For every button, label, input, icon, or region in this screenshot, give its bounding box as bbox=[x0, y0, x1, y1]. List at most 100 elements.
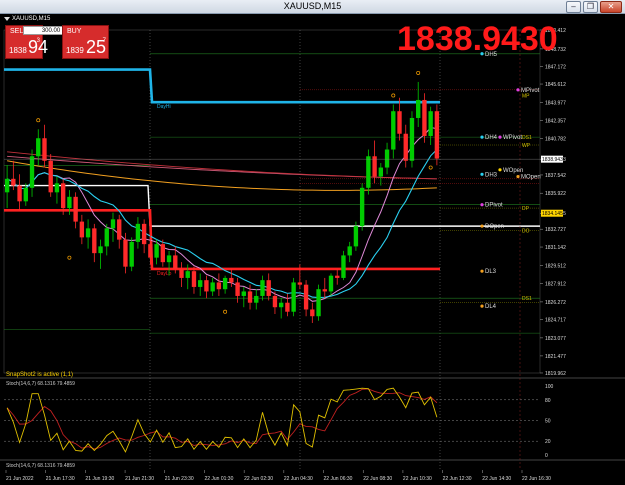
candle-body bbox=[141, 223, 147, 245]
candle-body bbox=[23, 187, 28, 202]
candle-body bbox=[54, 183, 60, 193]
price-axis-label: 1847.172 bbox=[545, 64, 566, 70]
candle-body bbox=[179, 268, 184, 278]
osc-axis-label: 20 bbox=[545, 439, 551, 445]
time-axis-label: 22 Jun 04:30 bbox=[284, 476, 313, 482]
osc-axis-label: 50 bbox=[545, 419, 551, 425]
candle-body bbox=[353, 226, 359, 247]
pivot-short-label: DP bbox=[522, 206, 530, 212]
candle-body bbox=[29, 156, 35, 188]
candle-body bbox=[160, 244, 166, 263]
candle-body bbox=[204, 280, 209, 292]
candle-body bbox=[198, 280, 203, 287]
candle-body bbox=[123, 239, 128, 267]
fractal-marker bbox=[223, 309, 228, 314]
candle-body bbox=[359, 187, 365, 227]
candle-body bbox=[285, 302, 290, 312]
stoch-signal-line bbox=[6, 388, 438, 450]
osc-axis-label: 80 bbox=[545, 398, 551, 404]
chart-area[interactable]: 1850.412 1848.732 1847.172 1845.612 1843.977… bbox=[0, 14, 625, 485]
symbol-label: XAUUSD,M15 bbox=[4, 16, 50, 22]
price-axis-label: 1824.717 bbox=[545, 317, 566, 323]
candle-body bbox=[85, 228, 91, 238]
candle-body bbox=[166, 255, 172, 263]
minimize-icon[interactable]: – bbox=[566, 1, 581, 13]
candle-body bbox=[247, 291, 253, 303]
price-axis-label: 1843.977 bbox=[545, 100, 566, 106]
candle-body bbox=[191, 271, 197, 287]
buy-price-prefix: 1839 bbox=[66, 46, 84, 55]
restore-icon[interactable]: ❐ bbox=[583, 1, 598, 13]
time-axis-label: 22 Jun 01:30 bbox=[204, 476, 233, 482]
candle-body bbox=[67, 196, 72, 209]
osc-axis-label: 0 bbox=[545, 453, 548, 459]
dropdown-triangle-icon[interactable] bbox=[4, 17, 10, 21]
candle-body bbox=[4, 178, 10, 193]
candle-body bbox=[17, 185, 22, 202]
candle-body bbox=[92, 228, 97, 254]
candle-body bbox=[241, 291, 246, 296]
dayhi-line bbox=[4, 68, 440, 104]
price-axis-label: 1842.357 bbox=[545, 119, 566, 125]
daylo-line bbox=[4, 209, 440, 271]
candle-body bbox=[216, 282, 222, 290]
level-dot bbox=[516, 88, 520, 92]
window-controls: – ❐ ✕ bbox=[566, 1, 622, 13]
candle-body bbox=[272, 295, 278, 308]
candle-body bbox=[79, 221, 85, 238]
time-axis-label: 21 Jun 23:30 bbox=[165, 476, 194, 482]
candle-body bbox=[391, 111, 396, 150]
buy-price-sup: 7 bbox=[102, 38, 106, 44]
price-chart[interactable]: 1850.4121848.7321847.1721845.6121843.977… bbox=[0, 14, 625, 485]
level-dot bbox=[498, 168, 502, 172]
buy-button[interactable]: BUY 1839 25 7 bbox=[62, 25, 109, 59]
candle-body bbox=[36, 138, 41, 157]
candle-body bbox=[129, 241, 134, 267]
candle-body bbox=[210, 282, 215, 292]
window-title: XAUUSD,M15 bbox=[283, 1, 342, 11]
candle-body bbox=[229, 277, 234, 283]
price-tag-label: 1838.943 bbox=[542, 157, 563, 163]
price-axis-label: 1826.272 bbox=[545, 300, 566, 306]
pivot-short-label: DO bbox=[522, 229, 530, 235]
candle-body bbox=[185, 271, 190, 278]
candle-body bbox=[42, 138, 47, 161]
candle-body bbox=[266, 280, 271, 296]
ma-pink bbox=[6, 127, 437, 302]
candle-body bbox=[403, 133, 408, 161]
candle-body bbox=[222, 277, 228, 290]
fractal-marker bbox=[416, 70, 421, 75]
time-axis-label: 22 Jun 10:30 bbox=[403, 476, 432, 482]
level-dot bbox=[498, 135, 502, 139]
buy-label: BUY bbox=[67, 28, 82, 35]
candle-body bbox=[328, 275, 334, 292]
price-axis-label: 1832.727 bbox=[545, 227, 566, 233]
candle-body bbox=[104, 228, 109, 247]
time-axis-label: 21 Jun 2022 bbox=[6, 476, 34, 482]
one-click-trading-panel: SELL 1838 94 3 300.00 BUY 1839 25 7 bbox=[5, 25, 109, 59]
candle-body bbox=[409, 117, 415, 161]
candle-body bbox=[117, 219, 122, 240]
candle-body bbox=[135, 223, 141, 242]
time-axis-label: 22 Jun 06:30 bbox=[324, 476, 353, 482]
level-label: DPivot bbox=[485, 203, 503, 209]
oscillator-label-lower: Stoch(14,6,7) 68.1316 79.4859 bbox=[6, 463, 75, 469]
close-icon[interactable]: ✕ bbox=[600, 1, 622, 13]
candle-body bbox=[98, 246, 103, 254]
time-axis-label: 22 Jun 14:30 bbox=[482, 476, 511, 482]
price-axis-label: 1827.912 bbox=[545, 281, 566, 287]
candle-body bbox=[366, 156, 371, 188]
level-label: DL4 bbox=[485, 304, 497, 310]
ma-long-pink bbox=[7, 155, 437, 180]
candle-body bbox=[341, 255, 346, 278]
candle-body bbox=[154, 244, 159, 258]
candle-body bbox=[416, 99, 421, 118]
level-dot bbox=[480, 203, 484, 207]
price-axis-label: 1837.542 bbox=[545, 173, 566, 179]
time-axis-label: 21 Jun 19:30 bbox=[85, 476, 114, 482]
candle-body bbox=[434, 111, 440, 159]
candle-body bbox=[335, 275, 340, 278]
level-label: WOpen bbox=[503, 168, 523, 174]
candle-body bbox=[428, 111, 433, 136]
daylo-label: DayLo bbox=[157, 271, 172, 277]
